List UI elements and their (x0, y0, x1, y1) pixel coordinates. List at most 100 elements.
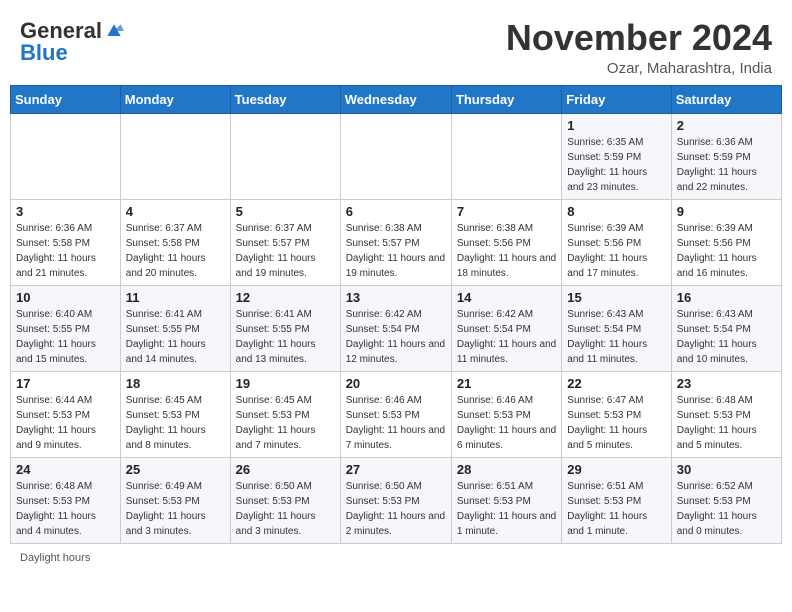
location: Ozar, Maharashtra, India (506, 60, 772, 77)
day-info: Sunrise: 6:36 AM Sunset: 5:59 PM Dayligh… (677, 135, 776, 195)
calendar-cell: 10 Sunrise: 6:40 AM Sunset: 5:55 PM Dayli… (11, 285, 121, 371)
calendar-cell: 6 Sunrise: 6:38 AM Sunset: 5:57 PM Daylig… (340, 199, 451, 285)
day-info: Sunrise: 6:52 AM Sunset: 5:53 PM Dayligh… (677, 479, 776, 539)
day-number: 26 (236, 462, 335, 477)
calendar-day-header: Sunday (11, 85, 121, 113)
title-block: November 2024 Ozar, Maharashtra, India (506, 18, 772, 77)
day-number: 4 (126, 204, 225, 219)
calendar-cell (230, 113, 340, 199)
day-info: Sunrise: 6:48 AM Sunset: 5:53 PM Dayligh… (16, 479, 115, 539)
day-info: Sunrise: 6:41 AM Sunset: 5:55 PM Dayligh… (126, 307, 225, 367)
day-info: Sunrise: 6:44 AM Sunset: 5:53 PM Dayligh… (16, 393, 115, 453)
calendar-cell: 20 Sunrise: 6:46 AM Sunset: 5:53 PM Dayli… (340, 371, 451, 457)
calendar-cell: 29Sunrise: 6:51 AM Sunset: 5:53 PM Dayli… (562, 457, 671, 543)
day-info: Sunrise: 6:35 AM Sunset: 5:59 PM Dayligh… (567, 135, 665, 195)
day-info: Sunrise: 6:39 AM Sunset: 5:56 PM Dayligh… (567, 221, 665, 281)
day-number: 13 (346, 290, 446, 305)
day-info: Sunrise: 6:50 AM Sunset: 5:53 PM Dayligh… (236, 479, 335, 539)
day-info: Sunrise: 6:45 AM Sunset: 5:53 PM Dayligh… (126, 393, 225, 453)
day-number: 8 (567, 204, 665, 219)
calendar-day-header: Friday (562, 85, 671, 113)
calendar-cell: 22Sunrise: 6:47 AM Sunset: 5:53 PM Dayli… (562, 371, 671, 457)
day-info: Sunrise: 6:36 AM Sunset: 5:58 PM Dayligh… (16, 221, 115, 281)
day-number: 27 (346, 462, 446, 477)
day-info: Sunrise: 6:43 AM Sunset: 5:54 PM Dayligh… (677, 307, 776, 367)
day-number: 9 (677, 204, 776, 219)
calendar-cell: 15Sunrise: 6:43 AM Sunset: 5:54 PM Dayli… (562, 285, 671, 371)
day-number: 3 (16, 204, 115, 219)
day-number: 19 (236, 376, 335, 391)
calendar-cell: 12 Sunrise: 6:41 AM Sunset: 5:55 PM Dayli… (230, 285, 340, 371)
day-info: Sunrise: 6:51 AM Sunset: 5:53 PM Dayligh… (567, 479, 665, 539)
logo-icon (104, 21, 124, 41)
calendar-week-row: 17 Sunrise: 6:44 AM Sunset: 5:53 PM Dayli… (11, 371, 782, 457)
day-number: 10 (16, 290, 115, 305)
day-info: Sunrise: 6:45 AM Sunset: 5:53 PM Dayligh… (236, 393, 335, 453)
calendar-day-header: Tuesday (230, 85, 340, 113)
calendar-cell: 3 Sunrise: 6:36 AM Sunset: 5:58 PM Daylig… (11, 199, 121, 285)
calendar-cell: 9 Sunrise: 6:39 AM Sunset: 5:56 PM Daylig… (671, 199, 781, 285)
day-number: 20 (346, 376, 446, 391)
day-number: 30 (677, 462, 776, 477)
day-info: Sunrise: 6:39 AM Sunset: 5:56 PM Dayligh… (677, 221, 776, 281)
calendar-day-header: Thursday (451, 85, 561, 113)
logo-blue-text: Blue (20, 40, 68, 66)
calendar-cell: 11Sunrise: 6:41 AM Sunset: 5:55 PM Dayli… (120, 285, 230, 371)
day-info: Sunrise: 6:42 AM Sunset: 5:54 PM Dayligh… (346, 307, 446, 367)
day-info: Sunrise: 6:48 AM Sunset: 5:53 PM Dayligh… (677, 393, 776, 453)
calendar-week-row: 1 Sunrise: 6:35 AM Sunset: 5:59 PM Daylig… (11, 113, 782, 199)
calendar-cell: 25 Sunrise: 6:49 AM Sunset: 5:53 PM Dayli… (120, 457, 230, 543)
day-number: 14 (457, 290, 556, 305)
day-number: 1 (567, 118, 665, 133)
footer-note: Daylight hours (10, 552, 782, 564)
day-info: Sunrise: 6:51 AM Sunset: 5:53 PM Dayligh… (457, 479, 556, 539)
day-number: 2 (677, 118, 776, 133)
calendar-table: SundayMondayTuesdayWednesdayThursdayFrid… (10, 85, 782, 544)
calendar-cell: 14Sunrise: 6:42 AM Sunset: 5:54 PM Dayli… (451, 285, 561, 371)
calendar-cell: 7 Sunrise: 6:38 AM Sunset: 5:56 PM Daylig… (451, 199, 561, 285)
calendar-week-row: 3 Sunrise: 6:36 AM Sunset: 5:58 PM Daylig… (11, 199, 782, 285)
day-info: Sunrise: 6:50 AM Sunset: 5:53 PM Dayligh… (346, 479, 446, 539)
calendar-cell: 23Sunrise: 6:48 AM Sunset: 5:53 PM Dayli… (671, 371, 781, 457)
calendar-cell: 2 Sunrise: 6:36 AM Sunset: 5:59 PM Daylig… (671, 113, 781, 199)
day-info: Sunrise: 6:43 AM Sunset: 5:54 PM Dayligh… (567, 307, 665, 367)
day-number: 7 (457, 204, 556, 219)
day-number: 21 (457, 376, 556, 391)
day-info: Sunrise: 6:41 AM Sunset: 5:55 PM Dayligh… (236, 307, 335, 367)
day-number: 18 (126, 376, 225, 391)
calendar-cell: 24Sunrise: 6:48 AM Sunset: 5:53 PM Dayli… (11, 457, 121, 543)
calendar-cell: 13 Sunrise: 6:42 AM Sunset: 5:54 PM Dayli… (340, 285, 451, 371)
day-info: Sunrise: 6:38 AM Sunset: 5:56 PM Dayligh… (457, 221, 556, 281)
calendar-cell: 5Sunrise: 6:37 AM Sunset: 5:57 PM Daylig… (230, 199, 340, 285)
calendar-day-header: Saturday (671, 85, 781, 113)
calendar-cell: 27 Sunrise: 6:50 AM Sunset: 5:53 PM Dayli… (340, 457, 451, 543)
calendar-cell: 17 Sunrise: 6:44 AM Sunset: 5:53 PM Dayli… (11, 371, 121, 457)
calendar-cell: 1 Sunrise: 6:35 AM Sunset: 5:59 PM Daylig… (562, 113, 671, 199)
day-info: Sunrise: 6:37 AM Sunset: 5:58 PM Dayligh… (126, 221, 225, 281)
calendar-header-row: SundayMondayTuesdayWednesdayThursdayFrid… (11, 85, 782, 113)
calendar-cell (451, 113, 561, 199)
calendar-cell: 28 Sunrise: 6:51 AM Sunset: 5:53 PM Dayli… (451, 457, 561, 543)
month-title: November 2024 (506, 18, 772, 58)
day-number: 16 (677, 290, 776, 305)
calendar-day-header: Monday (120, 85, 230, 113)
calendar-cell (120, 113, 230, 199)
day-number: 5 (236, 204, 335, 219)
day-info: Sunrise: 6:46 AM Sunset: 5:53 PM Dayligh… (457, 393, 556, 453)
calendar-week-row: 10 Sunrise: 6:40 AM Sunset: 5:55 PM Dayli… (11, 285, 782, 371)
day-number: 17 (16, 376, 115, 391)
day-number: 12 (236, 290, 335, 305)
calendar-cell: 26 Sunrise: 6:50 AM Sunset: 5:53 PM Dayli… (230, 457, 340, 543)
calendar-cell: 19 Sunrise: 6:45 AM Sunset: 5:53 PM Dayli… (230, 371, 340, 457)
calendar-cell (11, 113, 121, 199)
day-info: Sunrise: 6:38 AM Sunset: 5:57 PM Dayligh… (346, 221, 446, 281)
day-number: 25 (126, 462, 225, 477)
day-number: 28 (457, 462, 556, 477)
day-number: 6 (346, 204, 446, 219)
day-number: 22 (567, 376, 665, 391)
day-info: Sunrise: 6:40 AM Sunset: 5:55 PM Dayligh… (16, 307, 115, 367)
day-info: Sunrise: 6:49 AM Sunset: 5:53 PM Dayligh… (126, 479, 225, 539)
day-info: Sunrise: 6:46 AM Sunset: 5:53 PM Dayligh… (346, 393, 446, 453)
calendar-cell: 8 Sunrise: 6:39 AM Sunset: 5:56 PM Daylig… (562, 199, 671, 285)
calendar-cell: 16 Sunrise: 6:43 AM Sunset: 5:54 PM Dayli… (671, 285, 781, 371)
